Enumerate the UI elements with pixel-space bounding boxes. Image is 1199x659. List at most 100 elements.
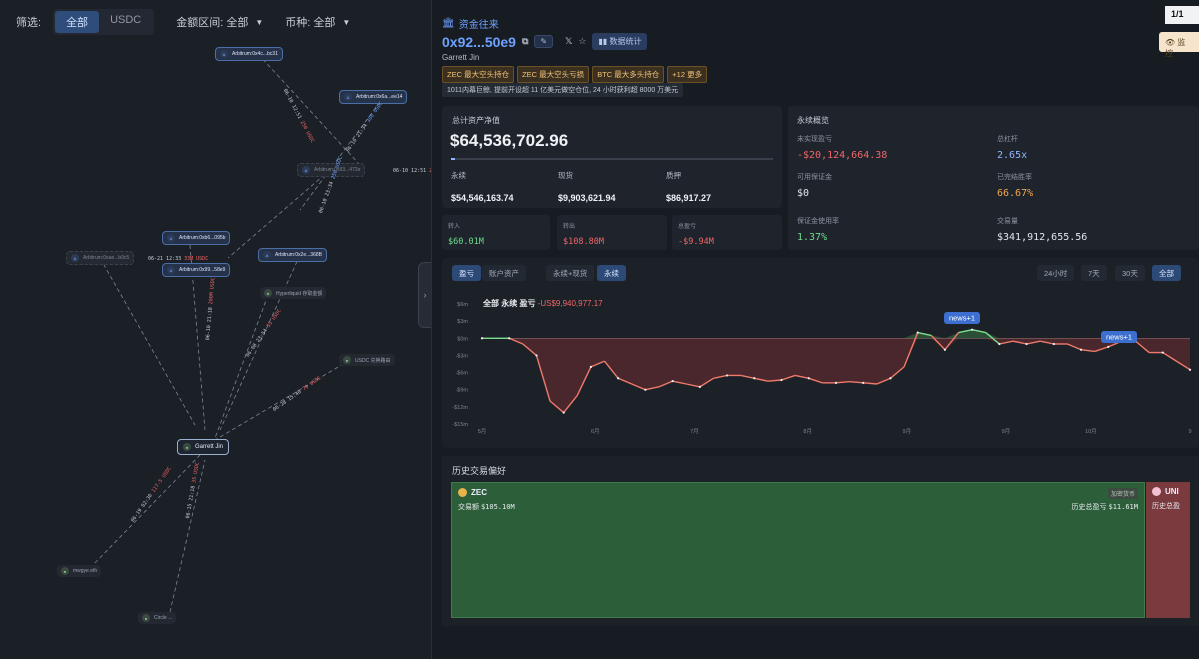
chain-icon: ● xyxy=(142,614,150,622)
networth-card: 总计资产净值 $64,536,702.96 永续 $54,546,163.74 现… xyxy=(442,106,782,208)
networth-perp: 永续 $54,546,163.74 xyxy=(451,171,514,203)
networth-title: 总计资产净值 xyxy=(452,116,500,125)
chain-icon: ● xyxy=(264,289,272,297)
graph-node-label: Arbitrum:0x6a...ee14 xyxy=(356,94,403,100)
tag[interactable]: BTC 最大多头持仓 xyxy=(592,66,665,83)
graph-edge xyxy=(214,294,269,439)
edit-icon[interactable]: ✎ xyxy=(534,35,554,48)
chevron-down-icon: ▼ xyxy=(255,17,264,27)
x-icon[interactable]: 𝕏 xyxy=(565,36,572,47)
pnl-point xyxy=(1079,348,1083,351)
x-tick-label: 9 xyxy=(1188,429,1191,435)
graph-node[interactable]: A Arbitrum:0x6a...ee14 xyxy=(339,90,408,104)
y-tick-label: -$9m xyxy=(455,388,468,394)
y-tick-label: $0m xyxy=(457,336,468,342)
pnl-point xyxy=(943,348,947,351)
pnl-point xyxy=(1025,342,1028,346)
collapse-panel-button[interactable]: › xyxy=(418,262,431,328)
networth-bar xyxy=(451,158,773,160)
graph-node[interactable]: ● Garrett Jin xyxy=(177,439,230,455)
filter-all-button[interactable]: 全部 xyxy=(55,11,100,33)
graph-node-label: Circle ... xyxy=(154,615,173,621)
pnl-point xyxy=(1161,351,1164,354)
filter-bar: 筛选: 全部 USDC 金额区间: 全部 ▼ 币种: 全部 ▼ xyxy=(0,8,350,36)
treemap-zec[interactable]: ZEC 加密货币 交易额 $105.10M 历史总盈亏 $11.61M xyxy=(451,482,1145,618)
pnl-point xyxy=(589,365,593,368)
pnl-point xyxy=(862,381,865,384)
graph-edge xyxy=(89,454,201,569)
zec-icon xyxy=(458,488,467,497)
tag-list: ZEC 最大空头持仓 ZEC 最大空头亏损 BTC 最大多头持仓 +12 更多 xyxy=(442,66,708,83)
graph-node[interactable]: A Arbitrum:0x99...58e9 xyxy=(162,263,231,277)
pnl-point xyxy=(480,337,484,340)
news-badge: news+1 xyxy=(1101,331,1137,343)
filter-segment: 全部 USDC xyxy=(53,9,155,35)
graph-node-label: Arbitrum:0x99...58e9 xyxy=(179,267,226,273)
networth-stake: 质押 $86,917.27 xyxy=(666,171,712,203)
graph-node[interactable]: A Arbitrum:0xae...b0c5 xyxy=(66,251,135,265)
edge-amount: 33M USDC xyxy=(184,256,209,262)
copy-icon[interactable]: ⧉ xyxy=(522,36,528,47)
x-tick-label: 7月 xyxy=(690,428,699,435)
pnl-point xyxy=(753,377,756,380)
graph-node[interactable]: ● Hyperliquid 存取金额 xyxy=(260,287,327,299)
y-tick-label: -$12m xyxy=(452,405,468,411)
chain-icon: A xyxy=(167,266,175,274)
perp-title: 永续概览 xyxy=(797,116,829,125)
pnl-point xyxy=(671,380,674,383)
data-stats-button[interactable]: ▮▮ 数据统计 xyxy=(592,33,648,50)
chain-icon: A xyxy=(263,251,271,259)
win-rate: 已完结胜率 66.67% xyxy=(997,174,1034,199)
perp-overview-card: 永续概览 未实现盈亏 -$20,124,664.38 总杠杆 2.65x 可用保证金… xyxy=(788,106,1199,250)
filter-label: 筛选: xyxy=(16,17,42,29)
chain-icon: A xyxy=(71,254,79,262)
graph-node[interactable]: ● USDC 兑换路由 xyxy=(339,354,395,366)
graph-edge xyxy=(99,257,196,426)
tag[interactable]: ZEC 最大空头持仓 xyxy=(442,66,515,83)
graph-node[interactable]: A Arbitrum:0x4c...bc31 xyxy=(215,47,283,61)
pnl-chart[interactable]: $6m $3m $0m -$3m -$6m -$9m -$12m -$15m 5月 6月 7月 8月 9… xyxy=(442,258,1199,448)
graph-node[interactable]: ● Circle ... xyxy=(138,612,177,624)
edge-date: 06-10 12:51 xyxy=(393,168,427,174)
graph-node[interactable]: A Arbitrum:0x2e...368B xyxy=(258,248,327,262)
category-badge: 加密货币 xyxy=(1107,488,1138,499)
svg-text:news+1: news+1 xyxy=(949,314,975,323)
graph-edge-label: 06-21 12:33 33M USDC xyxy=(148,256,208,262)
x-tick-label: 10月 xyxy=(1085,428,1097,435)
pnl-point xyxy=(1052,342,1055,346)
amount-range-dropdown[interactable]: 金额区间: 全部 ▼ xyxy=(176,14,263,30)
pnl-point xyxy=(644,388,647,391)
y-tick-label: -$6m xyxy=(455,371,468,377)
pnl-chart-card: 盈亏 账户资产 永续+现货 永续 24小时 7天 30天 全部 全部 永续 盈亏… xyxy=(442,258,1199,448)
pnl-point xyxy=(998,342,1001,346)
fund-flow-graph[interactable]: 筛选: 全部 USDC 金额区间: 全部 ▼ 币种: 全部 ▼ A Arbitru… xyxy=(0,0,432,659)
pnl-point xyxy=(698,385,701,388)
pnl-point xyxy=(780,378,783,382)
tag[interactable]: ZEC 最大空头亏损 xyxy=(517,66,590,83)
news-badge: news+1 xyxy=(944,312,980,324)
section-title: 🏛 资金往来 xyxy=(442,18,499,31)
filter-usdc-button[interactable]: USDC xyxy=(99,11,152,33)
chain-icon: A xyxy=(344,93,352,101)
flow-in-card: 转入 $60.01M xyxy=(442,215,550,250)
more-tags[interactable]: +12 更多 xyxy=(667,66,708,83)
coin-dropdown[interactable]: 币种: 全部 ▼ xyxy=(285,14,350,30)
available-margin: 可用保证金 $0 xyxy=(797,174,832,199)
graph-edge xyxy=(169,459,206,613)
graph-node[interactable]: A Arbitrum:0xb6...095b xyxy=(162,231,231,245)
address-description: 1011内幕巨鲸, 提前开设超 11 亿美元做空仓位, 24 小时获利超 800… xyxy=(442,83,684,97)
svg-text:news+1: news+1 xyxy=(1106,333,1132,342)
pnl-point xyxy=(971,328,974,331)
y-tick-label: -$15m xyxy=(452,422,468,428)
pnl-point xyxy=(617,377,620,380)
monitor-button[interactable]: 👁 监控 xyxy=(1159,32,1199,58)
bank-icon: 🏛 xyxy=(442,18,455,29)
graph-node-label: mwgye.eth xyxy=(73,568,98,574)
star-icon[interactable]: ☆ xyxy=(578,36,586,47)
uni-icon xyxy=(1152,487,1161,496)
treemap-uni[interactable]: UNI 历史总盈 xyxy=(1146,482,1190,618)
graph-node[interactable]: ● mwgye.eth xyxy=(57,565,102,577)
networth-value: $64,536,702.96 xyxy=(450,131,569,150)
pnl-point xyxy=(889,377,892,380)
unrealized-pnl: 未实现盈亏 -$20,124,664.38 xyxy=(797,136,888,161)
